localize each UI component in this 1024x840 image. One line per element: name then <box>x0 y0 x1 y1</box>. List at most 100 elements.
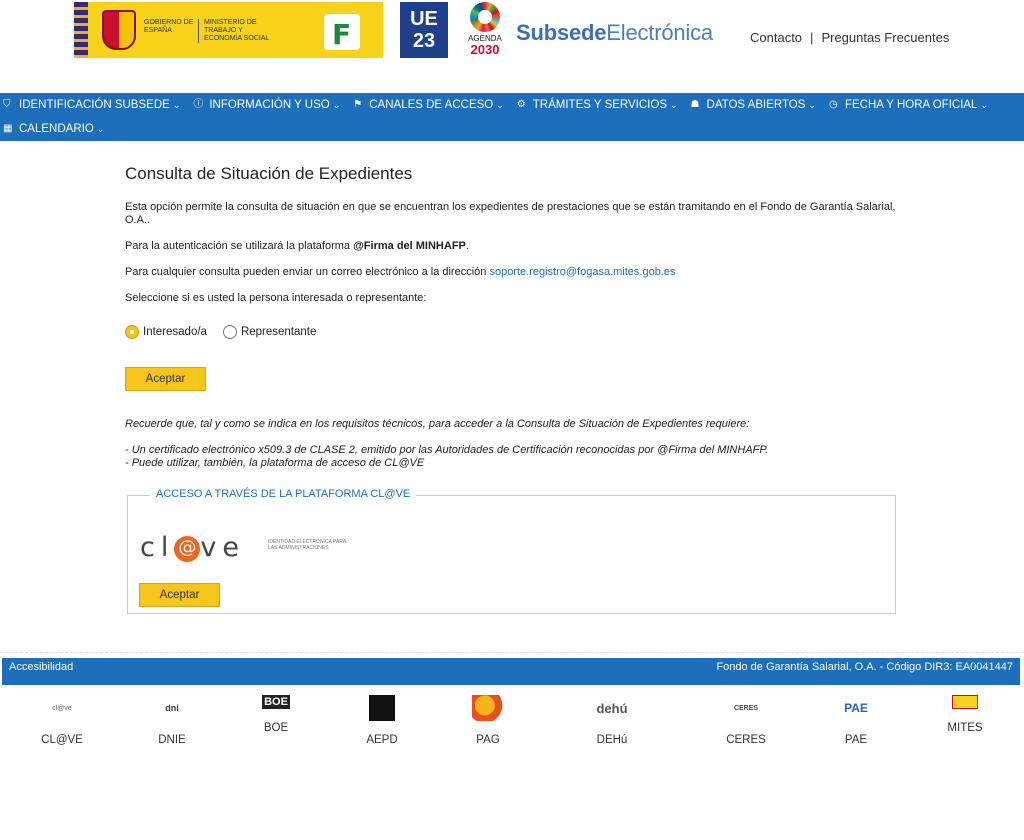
footer-link-label: DNIE <box>158 734 186 746</box>
nav-row-2: ▦ CALENDARIO ⌄ <box>0 117 114 141</box>
shield-icon: ⛉ <box>3 99 11 110</box>
radio-representante[interactable] <box>222 325 237 339</box>
footer-link-clve[interactable]: cl@ve CL@VE <box>22 695 102 747</box>
accept-button[interactable]: Aceptar <box>125 367 206 391</box>
footer-link-label: CERES <box>726 734 766 746</box>
nav-item-datos-abiertos[interactable]: ☗ DATOS ABIERTOS ⌄ <box>688 99 816 111</box>
contact-text: Para cualquier consulta pueden enviar un… <box>125 266 676 279</box>
clave-at-icon: @ <box>174 536 201 562</box>
footer-link-mites[interactable]: MITES <box>925 695 1005 734</box>
eu-presidency-logo[interactable]: UE 23 <box>400 2 448 58</box>
footer-link-label: MITES <box>947 722 983 734</box>
agenda-2030-logo[interactable]: AGENDA 2030 <box>462 0 508 60</box>
footer-link-dnie[interactable]: dni DNIE <box>132 695 212 746</box>
nav-item-información-y-uso[interactable]: ⓘ INFORMACIÓN Y USO ⌄ <box>190 99 340 111</box>
footer-link-aepd[interactable]: AEPD <box>342 695 422 746</box>
dehu-logo: dehú <box>596 700 628 716</box>
dnie-logo: dni <box>165 703 179 713</box>
main-nav: ⛉ IDENTIFICACIÓN SUBSEDE ⌄ ⓘ INFORMACIÓN Y U… <box>0 93 1024 141</box>
calendar-icon: ▦ <box>3 123 13 134</box>
footer-bar: Accesibilidad Fondo de Garantía Salarial… <box>2 658 1020 685</box>
nav-item-canales-de-acceso[interactable]: ⚑ CANALES DE ACCESO ⌄ <box>350 99 504 111</box>
requirement-clave: - Puede utilizar, también, la plataforma… <box>125 457 425 469</box>
nav-item-trámites-y-servicios[interactable]: ⚙ TRÁMITES Y SERVICIOS ⌄ <box>514 99 678 111</box>
chevron-down-icon: ⌄ <box>332 99 341 110</box>
sdg-wheel-icon <box>470 2 500 32</box>
requirements-note: Recuerde que, tal y como se indica en lo… <box>125 418 750 430</box>
ceres-logo: CERES <box>733 704 759 712</box>
nav-item-label: FECHA Y HORA OFICIAL <box>844 99 978 111</box>
radio-interesado-label[interactable]: Interesado/a <box>143 326 207 338</box>
auth-prefix: Para la autenticación se utilizará la pl… <box>125 240 354 252</box>
cogs-icon: ⚙ <box>516 99 526 110</box>
contact-link[interactable]: Contacto <box>750 30 802 45</box>
nav-item-label: INFORMACIÓN Y USO <box>209 99 330 111</box>
pae-logo: PAE <box>844 701 868 715</box>
mites-logo <box>952 695 978 709</box>
footer-org-info: Fondo de Garantía Salarial, O.A. - Códig… <box>716 661 1013 673</box>
role-radio-group: Interesado/a Representante <box>125 325 332 339</box>
ue-year-text: 23 <box>412 30 436 52</box>
fogasa-logo: F <box>324 14 360 51</box>
brand-bold: Subsede <box>516 20 607 45</box>
footer-link-label: CL@VE <box>41 734 83 746</box>
site-brand[interactable]: SubsedeElectrónica <box>516 20 713 46</box>
nav-item-fecha-y-hora-oficial[interactable]: ◷ FECHA Y HORA OFICIAL ⌄ <box>826 99 988 111</box>
nav-item-identificación-subsede[interactable]: ⛉ IDENTIFICACIÓN SUBSEDE ⌄ <box>0 99 180 111</box>
radio-representante-label[interactable]: Representante <box>241 326 316 338</box>
clave-logo-right: ve <box>200 532 245 563</box>
auth-platform: @Firma del MINHAFP <box>353 240 466 252</box>
footer-divider <box>0 652 1024 653</box>
footer-link-dehú[interactable]: dehú DEHú <box>572 695 652 747</box>
brand-light: Electrónica <box>606 20 713 45</box>
clave-logo: cl@ve <box>52 704 72 712</box>
support-email-link[interactable]: soporte.registro@fogasa.mites.gob.es <box>489 266 675 278</box>
nav-item-label: CALENDARIO <box>19 123 94 135</box>
nav-item-calendario[interactable]: ▦ CALENDARIO ⌄ <box>0 123 104 135</box>
separator: | <box>810 30 814 45</box>
nav-row-1: ⛉ IDENTIFICACIÓN SUBSEDE ⌄ ⓘ INFORMACIÓN Y U… <box>0 93 998 117</box>
spain-coat-of-arms-icon <box>102 10 136 50</box>
footer-link-pag[interactable]: PAG <box>448 695 528 746</box>
intro-text: Esta opción permite la consulta de situa… <box>125 201 896 226</box>
chevron-down-icon: ⌄ <box>670 99 678 110</box>
aepd-logo <box>369 695 395 721</box>
clave-access-panel: ACCESO A TRAVÉS DE LA PLATAFORMA CL@VE c… <box>127 488 896 614</box>
page-title: Consulta de Situación de Expedientes <box>125 164 413 183</box>
gov-spain-text: GOBIERNO DE ESPAÑA <box>144 19 194 34</box>
signpost-icon: ⚑ <box>353 99 363 110</box>
footer-link-pae[interactable]: PAE PAE <box>816 695 896 746</box>
clave-accept-button[interactable]: Aceptar <box>139 583 220 607</box>
site-header: GOBIERNO DE ESPAÑA MINISTERIO DE TRABAJO… <box>0 0 1024 93</box>
footer-link-label: PAE <box>844 734 868 746</box>
clock-icon: ◷ <box>828 99 838 110</box>
faq-link[interactable]: Preguntas Frecuentes <box>821 30 949 45</box>
chevron-down-icon: ⌄ <box>980 99 989 110</box>
eu-flag-icon <box>74 2 88 58</box>
radio-interesado[interactable] <box>125 325 139 339</box>
ue-text: UE <box>410 8 438 30</box>
boe-logo: BOE <box>262 695 290 709</box>
footer-link-boe[interactable]: BOE BOE <box>236 695 316 734</box>
footer-links: cl@ve CL@VE dni DNIE BOE BOE AEPD PAG dehú DEHú CE… <box>0 695 1024 755</box>
clave-panel-legend: ACCESO A TRAVÉS DE LA PLATAFORMA CL@VE <box>150 488 417 500</box>
select-prompt: Seleccione si es usted la persona intere… <box>125 292 427 304</box>
government-banner[interactable]: GOBIERNO DE ESPAÑA MINISTERIO DE TRABAJO… <box>74 2 383 58</box>
ministry-text: MINISTERIO DE TRABAJO Y ECONOMÍA SOCIAL <box>198 19 278 43</box>
requirement-certificate: - Un certificado electrónico x509.3 de C… <box>125 444 769 456</box>
contact-prefix: Para cualquier consulta pueden enviar un… <box>125 266 490 278</box>
footer-link-label: PAG <box>476 734 500 746</box>
agenda-year-text: 2030 <box>470 42 500 57</box>
info-icon: ⓘ <box>193 99 204 110</box>
auth-suffix: . <box>465 240 469 252</box>
clave-logo: cl @ ve IDENTIDAD ELECTRÓNICA PARA LAS ADM… <box>140 532 350 563</box>
nav-item-label: IDENTIFICACIÓN SUBSEDE <box>19 99 170 111</box>
footer-link-label: AEPD <box>366 734 398 746</box>
footer-link-ceres[interactable]: CERES CERES <box>706 695 786 747</box>
chevron-down-icon: ⌄ <box>96 123 105 134</box>
accessibility-link[interactable]: Accesibilidad <box>9 661 73 673</box>
pag-logo <box>472 695 504 721</box>
chevron-down-icon: ⌄ <box>808 99 816 110</box>
footer-link-label: BOE <box>263 722 289 734</box>
nav-item-label: DATOS ABIERTOS <box>706 99 806 111</box>
